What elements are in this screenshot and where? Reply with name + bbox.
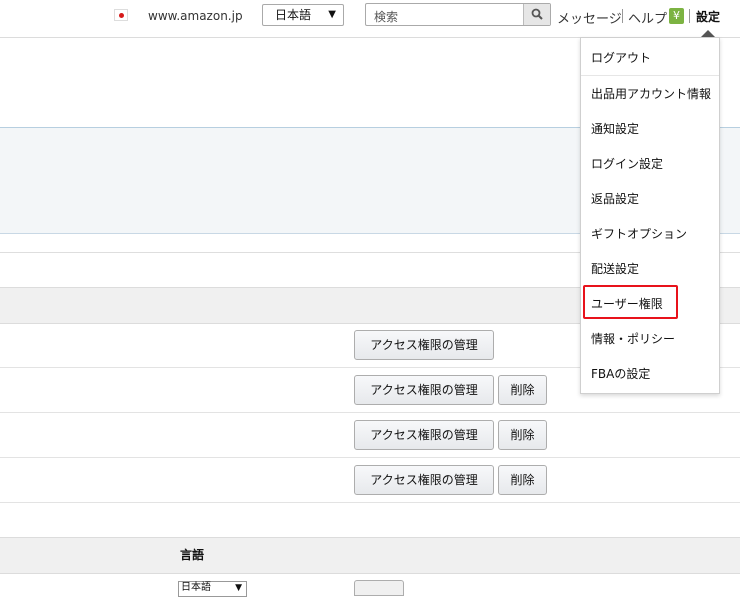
dropdown-arrow-icon: ▼ <box>328 9 336 20</box>
manage-access-button[interactable]: アクセス権限の管理 <box>354 465 494 495</box>
menu-caret-icon <box>701 30 715 37</box>
help-link[interactable]: ヘルプ <box>628 8 667 27</box>
menu-item-gift-options[interactable]: ギフトオプション <box>591 225 687 242</box>
menu-item-seller-account-info[interactable]: 出品用アカウント情報 <box>591 85 711 102</box>
dropdown-arrow-icon: ▼ <box>235 583 242 593</box>
marketplace-link[interactable]: www.amazon.jp <box>148 9 243 23</box>
divider <box>581 75 719 76</box>
delete-button[interactable]: 削除 <box>498 375 547 405</box>
search-box[interactable]: 検索 <box>365 3 551 26</box>
messages-link[interactable]: メッセージ <box>557 8 622 27</box>
language-select[interactable]: 日本語 ▼ <box>262 4 344 26</box>
menu-item-fba-settings[interactable]: FBAの設定 <box>591 365 650 382</box>
menu-item-return-settings[interactable]: 返品設定 <box>591 190 639 207</box>
manage-access-button[interactable]: アクセス権限の管理 <box>354 375 494 405</box>
search-icon <box>531 8 543 20</box>
manage-access-button[interactable]: アクセス権限の管理 <box>354 330 494 360</box>
menu-item-login-settings[interactable]: ログイン設定 <box>591 155 663 172</box>
menu-item-notification-settings[interactable]: 通知設定 <box>591 120 639 137</box>
divider <box>622 9 623 23</box>
highlight-box <box>583 285 678 319</box>
divider <box>0 412 740 413</box>
japan-flag-icon <box>114 9 128 21</box>
settings-menu: ログアウト 出品用アカウント情報 通知設定 ログイン設定 返品設定 ギフトオプシ… <box>580 37 720 394</box>
table-header <box>0 537 740 574</box>
divider <box>689 9 690 23</box>
delete-button[interactable]: 削除 <box>498 465 547 495</box>
search-input[interactable]: 検索 <box>374 8 398 25</box>
language-column-label: 言語 <box>180 548 205 562</box>
menu-item-logout[interactable]: ログアウト <box>591 49 651 66</box>
manage-access-button[interactable]: アクセス権限の管理 <box>354 420 494 450</box>
language-select-row[interactable]: 日本語 ▼ <box>178 581 247 597</box>
menu-item-shipping-settings[interactable]: 配送設定 <box>591 260 639 277</box>
add-button[interactable] <box>354 580 404 596</box>
settings-link[interactable]: 設定 <box>696 8 720 25</box>
search-button[interactable] <box>523 4 550 25</box>
menu-item-info-policies[interactable]: 情報・ポリシー <box>591 330 675 347</box>
top-bar: www.amazon.jp 日本語 ▼ 検索 メッセージ ヘルプ ¥ 設定 <box>0 0 740 38</box>
yen-icon[interactable]: ¥ <box>669 8 684 24</box>
divider <box>0 457 740 458</box>
divider <box>0 502 740 503</box>
delete-button[interactable]: 削除 <box>498 420 547 450</box>
